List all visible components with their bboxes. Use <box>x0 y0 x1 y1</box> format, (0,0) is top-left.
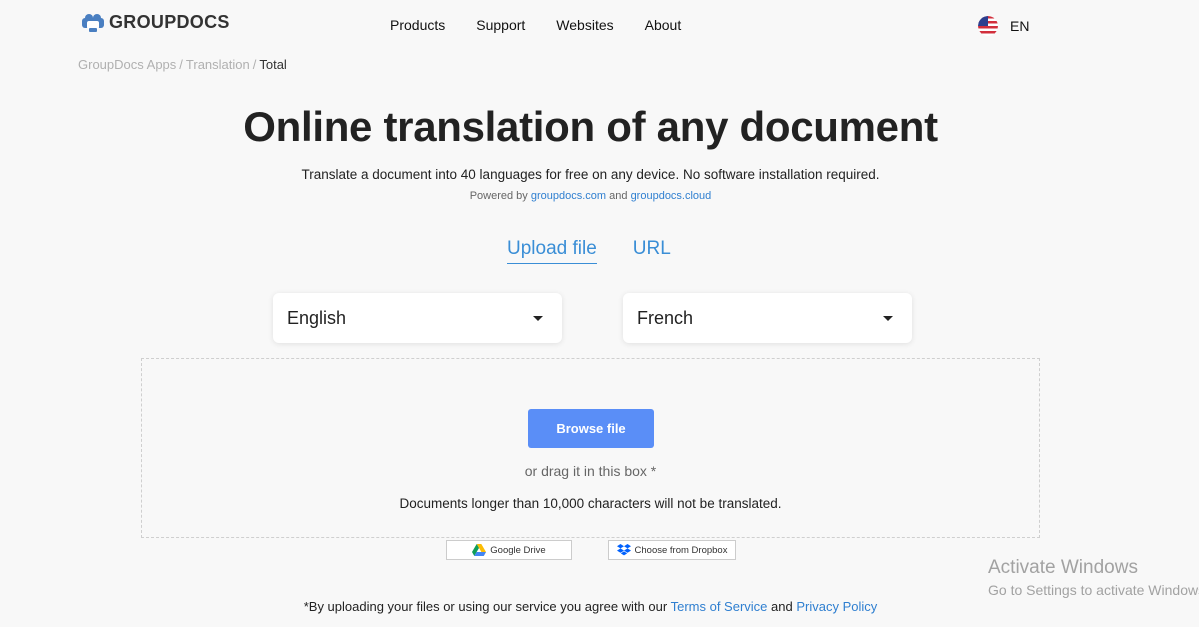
powered-and: and <box>609 190 628 202</box>
watermark-subtitle: Go to Settings to activate Windows. <box>988 582 1199 598</box>
google-drive-button[interactable]: Google Drive <box>446 540 572 560</box>
target-language-value: French <box>637 307 694 328</box>
nav-products[interactable]: Products <box>390 17 445 33</box>
groupdocs-cloud-link[interactable]: groupdocs.cloud <box>631 190 712 202</box>
file-drop-zone[interactable]: Browse file or drag it in this box * Doc… <box>141 358 1040 538</box>
google-drive-label: Google Drive <box>490 544 546 556</box>
privacy-policy-link[interactable]: Privacy Policy <box>796 599 877 614</box>
page-subtitle: Translate a document into 40 languages f… <box>301 167 880 182</box>
breadcrumb-apps[interactable]: GroupDocs Apps <box>78 57 176 72</box>
groupdocs-logo-icon <box>82 13 104 32</box>
source-language-value: English <box>287 307 347 328</box>
source-language-select[interactable]: English <box>273 293 562 343</box>
groupdocs-logo[interactable]: GROUPDOCS <box>82 12 230 33</box>
google-drive-icon <box>472 544 487 556</box>
terms-of-service-link[interactable]: Terms of Service <box>671 599 768 614</box>
terms-notice: *By uploading your files or using our se… <box>0 599 1181 614</box>
watermark-title: Activate Windows <box>988 557 1138 578</box>
us-flag-icon <box>978 16 998 36</box>
dropbox-icon <box>616 544 631 556</box>
caret-down-icon <box>883 315 893 321</box>
tab-url[interactable]: URL <box>633 238 671 264</box>
terms-and: and <box>771 599 793 614</box>
powered-prefix: Powered by <box>469 190 528 202</box>
breadcrumb-separator: / <box>252 57 257 72</box>
dropbox-label: Choose from Dropbox <box>634 544 728 556</box>
groupdocs-com-link[interactable]: groupdocs.com <box>531 190 606 202</box>
logo-text: GROUPDOCS <box>109 12 230 32</box>
dropbox-button[interactable]: Choose from Dropbox <box>608 540 736 560</box>
browse-file-button[interactable]: Browse file <box>528 409 654 448</box>
page-title: Online translation of any document <box>243 103 938 150</box>
main-nav: Products Support Websites About <box>390 17 681 33</box>
nav-about[interactable]: About <box>645 17 682 33</box>
breadcrumb-translation[interactable]: Translation <box>186 57 250 72</box>
powered-by: Powered by groupdocs.com and groupdocs.c… <box>0 190 1181 202</box>
breadcrumb: GroupDocs Apps / Translation / Total <box>78 57 287 72</box>
language-selector[interactable]: EN <box>978 16 1029 36</box>
breadcrumb-separator: / <box>179 57 183 72</box>
caret-down-icon <box>533 315 543 321</box>
source-tabs: Upload file URL <box>507 238 671 264</box>
drag-hint: or drag it in this box * <box>524 463 657 479</box>
nav-support[interactable]: Support <box>476 17 525 33</box>
language-code: EN <box>1010 18 1030 34</box>
nav-websites[interactable]: Websites <box>556 17 613 33</box>
activate-windows-watermark: Activate Windows Go to Settings to activ… <box>988 557 1199 598</box>
breadcrumb-current: Total <box>259 57 287 72</box>
target-language-select[interactable]: French <box>623 293 912 343</box>
page: GROUPDOCS Products Support Websites Abou… <box>0 0 1199 627</box>
terms-prefix: *By uploading your files or using our se… <box>303 599 668 614</box>
tab-upload-file[interactable]: Upload file <box>507 238 597 264</box>
character-limit-note: Documents longer than 10,000 characters … <box>399 496 782 511</box>
